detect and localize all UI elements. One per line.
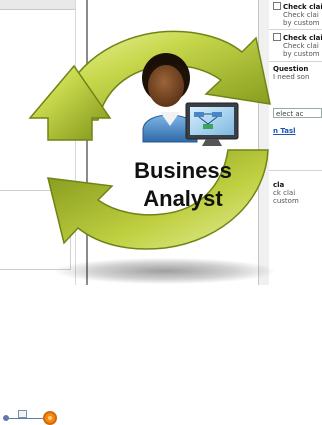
flow-gateway-node[interactable]: [18, 410, 27, 418]
flow-start-node[interactable]: [3, 415, 9, 421]
flow-connector: [8, 418, 48, 419]
role-title-line1: Business: [134, 158, 232, 183]
recycle-arrows-icon: [28, 30, 271, 250]
role-title-line2: Analyst: [143, 186, 223, 211]
flow-end-event[interactable]: [43, 411, 57, 425]
